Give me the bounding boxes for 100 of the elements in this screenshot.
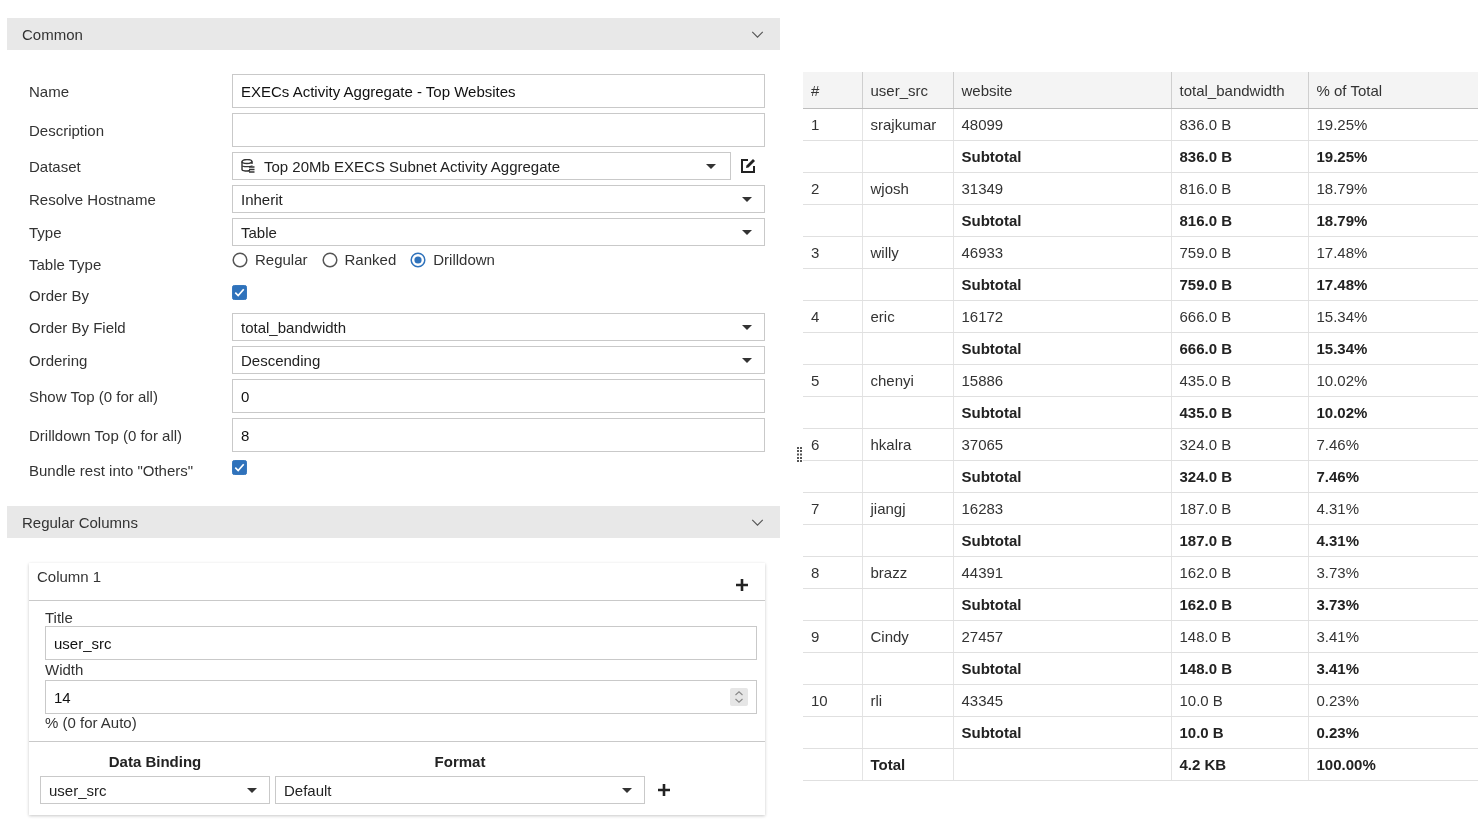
table-cell: 10.02%: [1316, 404, 1368, 421]
checkbox[interactable]: [232, 460, 247, 475]
table-cell: 10: [811, 692, 828, 709]
table-cell: jiangj: [870, 500, 906, 517]
field-label: Resolve Hostname: [29, 190, 157, 208]
table-cell: willy: [870, 244, 899, 261]
table-cell: 148.0 B: [1179, 628, 1232, 645]
chevron-icon[interactable]: [751, 30, 764, 38]
plus-icon[interactable]: [658, 784, 670, 796]
table-cell: 15.34%: [1316, 340, 1368, 357]
field-label: Title: [45, 609, 74, 626]
table-cell: 5: [811, 372, 820, 389]
dropdown[interactable]: Default: [275, 776, 645, 804]
text-field[interactable]: [232, 113, 765, 147]
table-cell: 7: [811, 500, 820, 517]
field-label: Bundle rest into "Others": [29, 461, 195, 479]
text-field[interactable]: user_src: [45, 626, 757, 660]
section-header[interactable]: Common: [7, 18, 780, 50]
field-label: Order By Field: [29, 318, 127, 336]
table-cell: 4.31%: [1316, 532, 1360, 549]
number-field[interactable]: 14: [45, 680, 757, 714]
table-cell: 100.00%: [1316, 756, 1376, 773]
table-cell: srajkumar: [870, 116, 937, 133]
field-hint: % (0 for Auto): [45, 714, 138, 731]
table-cell: 46933: [961, 244, 1004, 261]
table-cell: 435.0 B: [1179, 404, 1233, 421]
table-cell: hkalra: [870, 436, 912, 453]
table-cell: Cindy: [870, 628, 909, 645]
table-cell: Subtotal: [961, 724, 1022, 741]
table-cell: Subtotal: [961, 212, 1022, 229]
table-cell: 18.79%: [1316, 212, 1368, 229]
table-cell: 4: [811, 308, 820, 325]
table-cell: wjosh: [870, 180, 909, 197]
checkbox[interactable]: [232, 285, 247, 300]
radio-icon[interactable]: [410, 251, 427, 268]
table-cell: Subtotal: [961, 596, 1022, 613]
text-field[interactable]: 0: [232, 379, 765, 413]
dropdown[interactable]: Descending: [232, 346, 765, 374]
table-cell: Subtotal: [961, 468, 1022, 485]
dropdown[interactable]: total_bandwidth: [232, 313, 765, 341]
table-cell: 836.0 B: [1179, 116, 1232, 133]
plus-icon[interactable]: [736, 578, 748, 591]
table-cell: 0.23%: [1316, 692, 1360, 709]
caret-icon: [742, 357, 752, 363]
radio-option[interactable]: Regular: [232, 251, 308, 268]
table-cell: 31349: [961, 180, 1004, 197]
dropdown[interactable]: user_src: [40, 776, 270, 804]
radio-icon[interactable]: [321, 251, 338, 268]
section-header[interactable]: Regular Columns: [7, 506, 780, 538]
column-header[interactable]: % of Total: [1316, 81, 1383, 99]
table-cell: 8: [811, 564, 820, 581]
table-cell: chenyi: [870, 372, 914, 389]
table-cell: 324.0 B: [1179, 436, 1232, 453]
table-cell: Subtotal: [961, 340, 1022, 357]
table-cell: Subtotal: [961, 404, 1022, 421]
chevron-icon[interactable]: [751, 518, 764, 526]
table-cell: 3.73%: [1316, 596, 1360, 613]
field-label: Order By: [29, 286, 90, 304]
table-cell: 4.31%: [1316, 500, 1360, 517]
radio-option[interactable]: Ranked: [321, 251, 397, 268]
table-cell: 187.0 B: [1179, 532, 1233, 549]
dropdown[interactable]: Table: [232, 218, 765, 246]
table-cell: Subtotal: [961, 660, 1022, 677]
radio-icon[interactable]: [232, 251, 248, 268]
table-cell: 4.2 KB: [1179, 756, 1227, 773]
table-cell: 148.0 B: [1179, 660, 1233, 677]
text-field[interactable]: EXECs Activity Aggregate - Top Websites: [232, 74, 765, 108]
edit-icon[interactable]: [740, 158, 756, 174]
database-icon: [241, 159, 255, 173]
field-label: Ordering: [29, 351, 89, 369]
field-label: Table Type: [29, 255, 103, 273]
spinner-icon[interactable]: [730, 688, 748, 706]
table-cell: 7.46%: [1316, 468, 1360, 485]
table-cell: 44391: [961, 564, 1004, 581]
column-header[interactable]: #: [811, 81, 820, 99]
table-cell: 16172: [961, 308, 1004, 325]
table-cell: 19.25%: [1316, 148, 1368, 165]
column-title: Column 1: [37, 568, 102, 585]
table-cell: 18.79%: [1316, 180, 1368, 197]
text-field[interactable]: 8: [232, 418, 765, 452]
table-cell: 15886: [961, 372, 1004, 389]
table-cell: 9: [811, 628, 820, 645]
field-label: Width: [45, 661, 85, 678]
table-cell: 17.48%: [1316, 244, 1368, 261]
drag-handle-icon[interactable]: [797, 447, 802, 462]
column-heading: Data Binding: [107, 753, 203, 770]
column-header[interactable]: website: [961, 81, 1013, 99]
column-heading: Format: [433, 753, 487, 770]
dropdown[interactable]: Inherit: [232, 185, 765, 213]
table-cell: 187.0 B: [1179, 500, 1232, 517]
table-cell: 43345: [961, 692, 1004, 709]
table-cell: 759.0 B: [1179, 244, 1232, 261]
table-cell: 3.73%: [1316, 564, 1360, 581]
table-cell: rli: [870, 692, 883, 709]
table-cell: Subtotal: [961, 148, 1022, 165]
radio-option[interactable]: Drilldown: [410, 251, 495, 268]
dropdown[interactable]: Top 20Mb EXECS Subnet Activity Aggregate: [232, 152, 731, 180]
table-cell: 7.46%: [1316, 436, 1360, 453]
table-cell: 3.41%: [1316, 628, 1360, 645]
table-cell: Subtotal: [961, 276, 1022, 293]
